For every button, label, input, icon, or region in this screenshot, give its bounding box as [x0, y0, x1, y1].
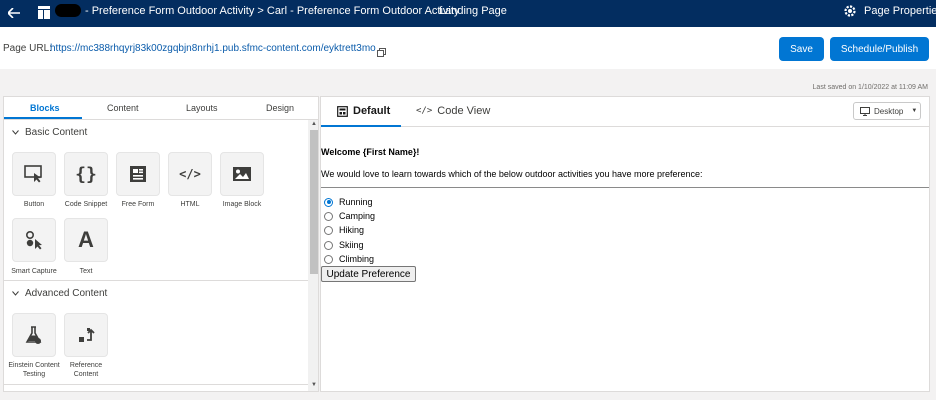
curly-braces-icon: {}	[75, 163, 97, 185]
option-hiking-label: Hiking	[339, 225, 365, 235]
basic-content-title: Basic Content	[25, 127, 88, 138]
chevron-down-icon	[12, 130, 19, 135]
block-code-snippet[interactable]: {}	[64, 152, 108, 196]
code-brackets-icon: </>	[179, 167, 201, 181]
tab-default[interactable]: Default	[337, 105, 390, 117]
intro-text: We would love to learn towards which of …	[321, 169, 703, 179]
option-climbing-label: Climbing	[339, 254, 375, 264]
blocks-scrollbar[interactable]: ▲ ▼	[308, 120, 318, 391]
reference-icon	[79, 328, 95, 342]
canvas-panel: Default </> Code View Desktop ▼ Welcome …	[320, 96, 930, 392]
basic-content-header[interactable]: Basic Content	[12, 127, 87, 138]
tab-blocks[interactable]: Blocks	[30, 103, 60, 113]
save-button[interactable]: Save	[779, 37, 824, 61]
welcome-heading: Welcome {First Name}!	[321, 147, 420, 157]
last-saved-status: Last saved on 1/10/2022 at 11:09 AM	[812, 84, 928, 91]
redacted-name	[55, 4, 81, 17]
block-smart-capture-label: Smart Capture	[11, 268, 57, 275]
chevron-down-icon	[12, 291, 19, 296]
text-a-icon: A	[78, 227, 94, 252]
panel-tabs: Blocks Content Layouts Design	[4, 97, 318, 120]
update-preference-button[interactable]: Update Preference	[321, 266, 416, 282]
free-form-icon	[130, 166, 146, 182]
scroll-up-icon[interactable]: ▲	[311, 121, 317, 127]
breadcrumb: - Preference Form Outdoor Activity > Car…	[85, 5, 460, 17]
flask-icon	[25, 326, 42, 344]
device-select-value: Desktop	[874, 106, 904, 116]
caret-down-icon: ▼	[911, 108, 918, 114]
block-free-form-label: Free Form	[121, 201, 155, 208]
section-divider	[4, 280, 308, 281]
block-code-snippet-label: Code Snippet	[64, 201, 108, 208]
radio-hiking[interactable]	[324, 225, 333, 235]
block-button[interactable]	[12, 152, 56, 196]
block-text[interactable]: A	[64, 218, 108, 262]
option-skiing-label: Skiing	[339, 240, 364, 250]
block-html[interactable]: </>	[168, 152, 212, 196]
scroll-thumb[interactable]	[310, 130, 318, 274]
option-running-label: Running	[339, 197, 373, 207]
scroll-down-icon[interactable]: ▼	[311, 382, 317, 388]
copy-icon[interactable]	[377, 44, 386, 57]
block-einstein-label: Einstein Content Testing	[8, 362, 60, 378]
button-block-icon	[24, 165, 42, 183]
block-html-label: HTML	[180, 201, 200, 208]
layout-icon	[337, 105, 348, 117]
page-properties-button[interactable]: Page Properties	[864, 5, 936, 17]
block-reference-content[interactable]	[64, 313, 108, 357]
view-tabs: Default </> Code View Desktop ▼	[321, 97, 929, 127]
radio-climbing[interactable]	[324, 254, 333, 264]
tab-code-view[interactable]: </> Code View	[416, 105, 490, 117]
radio-skiing[interactable]	[324, 240, 333, 250]
landing-page-icon	[38, 6, 50, 19]
tab-design[interactable]: Design	[266, 103, 294, 113]
tab-layouts[interactable]: Layouts	[186, 103, 218, 113]
active-tab-indicator	[321, 125, 401, 127]
advanced-content-title: Advanced Content	[25, 288, 108, 299]
page-url-link[interactable]: https://mc388rhqyrj83k00zgqbjn8nrhj1.pub…	[50, 43, 376, 54]
url-bar: Page URL: https://mc388rhqyrj83k00zgqbjn…	[0, 27, 936, 69]
desktop-icon	[860, 106, 870, 116]
block-button-label: Button	[23, 201, 45, 208]
code-brackets-icon: </>	[416, 106, 433, 116]
smart-capture-icon	[25, 230, 42, 250]
tab-code-view-label: Code View	[437, 105, 491, 117]
schedule-publish-button[interactable]: Schedule/Publish	[830, 37, 929, 61]
block-image[interactable]	[220, 152, 264, 196]
image-icon	[233, 167, 251, 181]
block-free-form[interactable]	[116, 152, 160, 196]
radio-camping[interactable]	[324, 211, 333, 221]
back-arrow-icon[interactable]	[4, 3, 24, 23]
advanced-content-header[interactable]: Advanced Content	[12, 288, 107, 299]
option-climbing[interactable]: Climbing	[324, 254, 374, 264]
radio-running[interactable]	[324, 197, 333, 207]
option-skiing[interactable]: Skiing	[324, 240, 364, 250]
tab-content[interactable]: Content	[107, 103, 139, 113]
horizontal-rule	[321, 187, 929, 188]
block-text-label: Text	[79, 268, 93, 275]
option-camping-label: Camping	[339, 211, 376, 221]
block-einstein-content-testing[interactable]	[12, 313, 56, 357]
page-url-label: Page URL:	[3, 43, 52, 54]
page-type-label: Landing Page	[439, 5, 507, 17]
option-hiking[interactable]: Hiking	[324, 225, 364, 235]
top-bar: - Preference Form Outdoor Activity > Car…	[0, 0, 936, 27]
gear-icon[interactable]	[843, 4, 857, 18]
block-image-label: Image Block	[222, 201, 262, 208]
section-divider	[4, 384, 308, 385]
option-running[interactable]: Running	[324, 197, 373, 207]
option-camping[interactable]: Camping	[324, 211, 375, 221]
content-panel: Blocks Content Layouts Design Basic Cont…	[3, 96, 319, 392]
block-smart-capture[interactable]	[12, 218, 56, 262]
device-select[interactable]: Desktop ▼	[853, 102, 921, 120]
block-reference-label: Reference Content	[69, 362, 103, 378]
active-tab-indicator	[4, 117, 82, 119]
tab-default-label: Default	[353, 105, 391, 117]
